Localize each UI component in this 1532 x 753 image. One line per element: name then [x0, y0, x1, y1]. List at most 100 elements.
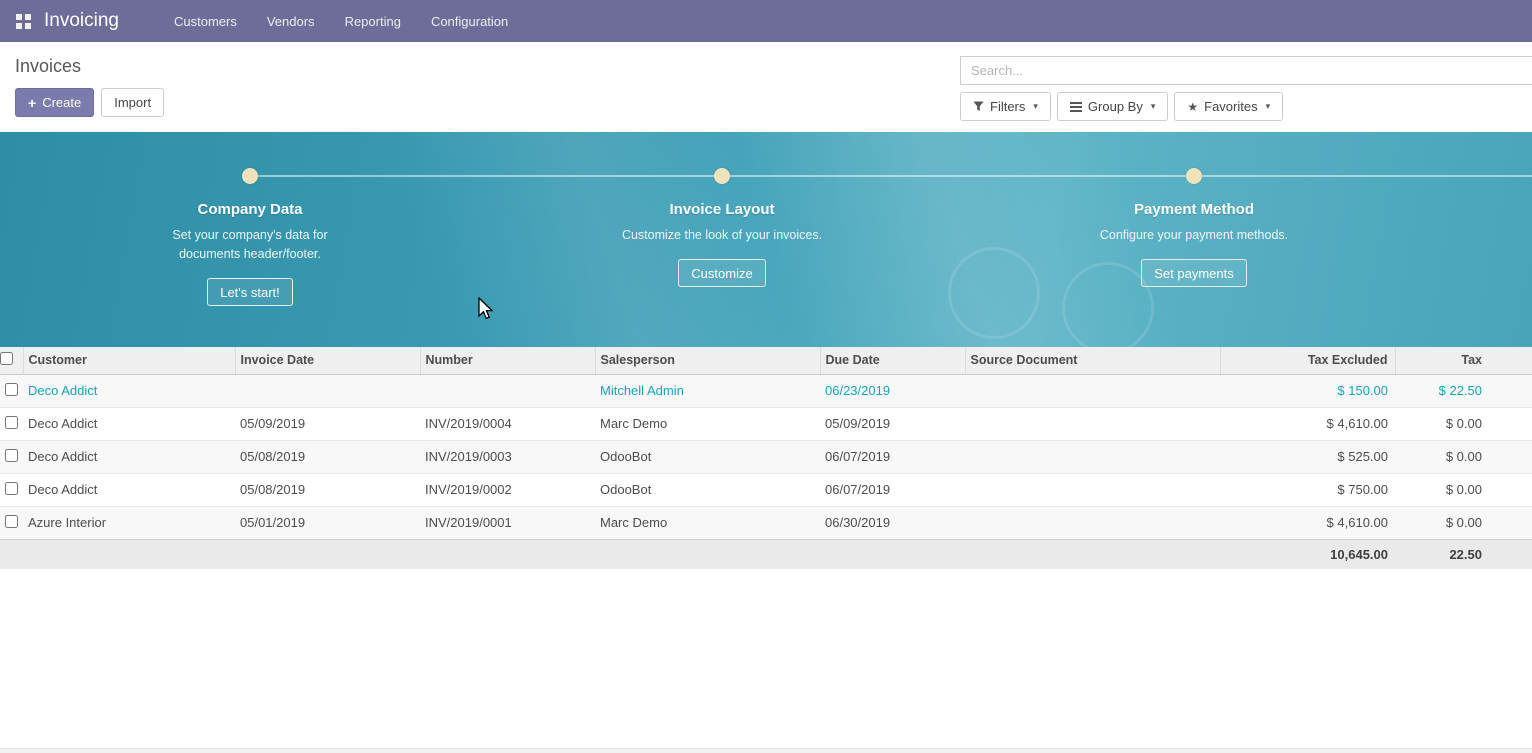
- search-input[interactable]: [960, 56, 1532, 85]
- star-icon: ★: [1187, 100, 1198, 114]
- total-tax-excluded: 10,645.00: [1220, 539, 1395, 569]
- cell-number: INV/2019/0001: [420, 506, 595, 539]
- cell-number: [420, 374, 595, 407]
- row-checkbox[interactable]: [5, 449, 18, 462]
- plus-icon: +: [28, 96, 36, 110]
- cell-invoice-date: [235, 374, 420, 407]
- select-all-checkbox[interactable]: [0, 352, 13, 365]
- onboarding-banner: Company Data Set your company's data for…: [0, 132, 1532, 347]
- header-invoice-date[interactable]: Invoice Date: [235, 347, 420, 374]
- cell-due-date: 06/07/2019: [820, 473, 965, 506]
- step-description: Configure your payment methods.: [1100, 226, 1288, 245]
- cell-due-date: 05/09/2019: [820, 407, 965, 440]
- cell-source-document: [965, 440, 1220, 473]
- group-by-button-label: Group By: [1088, 99, 1143, 114]
- filter-funnel-icon: [973, 101, 984, 112]
- onboarding-step-company-data: Company Data Set your company's data for…: [100, 168, 400, 306]
- menu-configuration[interactable]: Configuration: [431, 14, 508, 29]
- header-tax-excluded[interactable]: Tax Excluded: [1220, 347, 1395, 374]
- row-checkbox[interactable]: [5, 482, 18, 495]
- cell-tax: $ 22.50: [1395, 374, 1532, 407]
- invoice-row[interactable]: Deco Addict 05/09/2019 INV/2019/0004 Mar…: [0, 407, 1532, 440]
- header-customer[interactable]: Customer: [23, 347, 235, 374]
- apps-grid-icon[interactable]: [10, 14, 36, 29]
- cell-customer: Deco Addict: [23, 473, 235, 506]
- row-checkbox[interactable]: [5, 416, 18, 429]
- cell-customer: Azure Interior: [23, 506, 235, 539]
- header-salesperson[interactable]: Salesperson: [595, 347, 820, 374]
- cell-due-date: 06/23/2019: [820, 374, 965, 407]
- menu-customers[interactable]: Customers: [174, 14, 237, 29]
- group-by-bars-icon: [1070, 102, 1082, 112]
- row-checkbox[interactable]: [5, 515, 18, 528]
- step-dot-icon: [242, 168, 258, 184]
- header-tax[interactable]: Tax: [1395, 347, 1532, 374]
- totals-row: 10,645.00 22.50: [0, 539, 1532, 569]
- invoice-row[interactable]: Deco Addict Mitchell Admin 06/23/2019 $ …: [0, 374, 1532, 407]
- cell-tax: $ 0.00: [1395, 407, 1532, 440]
- menu-reporting[interactable]: Reporting: [345, 14, 401, 29]
- filters-button[interactable]: Filters ▾: [960, 92, 1051, 121]
- cell-number: INV/2019/0004: [420, 407, 595, 440]
- list-header-row: Customer Invoice Date Number Salesperson…: [0, 347, 1532, 374]
- invoice-row[interactable]: Azure Interior 05/01/2019 INV/2019/0001 …: [0, 506, 1532, 539]
- header-due-date[interactable]: Due Date: [820, 347, 965, 374]
- apps-grid-icon-svg: [16, 14, 31, 29]
- lets-start-button[interactable]: Let's start!: [207, 278, 293, 306]
- cell-invoice-date: 05/08/2019: [235, 473, 420, 506]
- top-menu: Customers Vendors Reporting Configuratio…: [174, 14, 508, 29]
- header-source-document[interactable]: Source Document: [965, 347, 1220, 374]
- step-title: Payment Method: [1134, 201, 1254, 218]
- create-button[interactable]: + Create: [15, 88, 94, 117]
- total-tax: 22.50: [1395, 539, 1532, 569]
- cell-customer: Deco Addict: [23, 407, 235, 440]
- cell-invoice-date: 05/01/2019: [235, 506, 420, 539]
- top-navbar: Invoicing Customers Vendors Reporting Co…: [0, 0, 1532, 42]
- row-checkbox[interactable]: [5, 383, 18, 396]
- horizontal-scrollbar[interactable]: [0, 748, 1532, 753]
- step-title: Invoice Layout: [669, 201, 774, 218]
- filters-button-label: Filters: [990, 99, 1025, 114]
- cell-source-document: [965, 506, 1220, 539]
- caret-down-icon: ▾: [1266, 101, 1271, 112]
- menu-vendors[interactable]: Vendors: [267, 14, 315, 29]
- row-checkbox-cell: [0, 506, 23, 539]
- cell-tax: $ 0.00: [1395, 506, 1532, 539]
- cell-salesperson: OdooBot: [595, 473, 820, 506]
- select-all-cell: [0, 347, 23, 374]
- cell-tax: $ 0.00: [1395, 440, 1532, 473]
- onboarding-step-invoice-layout: Invoice Layout Customize the look of you…: [572, 168, 872, 287]
- customize-button[interactable]: Customize: [678, 259, 765, 287]
- cell-tax-excluded: $ 525.00: [1220, 440, 1395, 473]
- set-payments-button[interactable]: Set payments: [1141, 259, 1247, 287]
- row-checkbox-cell: [0, 473, 23, 506]
- cell-number: INV/2019/0002: [420, 473, 595, 506]
- cell-invoice-date: 05/08/2019: [235, 440, 420, 473]
- app-brand[interactable]: Invoicing: [44, 10, 119, 32]
- row-checkbox-cell: [0, 374, 23, 407]
- favorites-button[interactable]: ★ Favorites ▾: [1174, 92, 1283, 121]
- invoice-row[interactable]: Deco Addict 05/08/2019 INV/2019/0002 Odo…: [0, 473, 1532, 506]
- import-button[interactable]: Import: [101, 88, 164, 117]
- banner-decoration: [948, 247, 1040, 339]
- step-description: Set your company's data for documents he…: [148, 226, 353, 264]
- favorites-button-label: Favorites: [1204, 99, 1257, 114]
- cell-tax-excluded: $ 750.00: [1220, 473, 1395, 506]
- step-description: Customize the look of your invoices.: [622, 226, 822, 245]
- step-dot-icon: [1186, 168, 1202, 184]
- caret-down-icon: ▾: [1033, 101, 1038, 112]
- cell-source-document: [965, 374, 1220, 407]
- cell-tax: $ 0.00: [1395, 473, 1532, 506]
- cell-salesperson: Mitchell Admin: [595, 374, 820, 407]
- row-checkbox-cell: [0, 440, 23, 473]
- cell-tax-excluded: $ 150.00: [1220, 374, 1395, 407]
- header-number[interactable]: Number: [420, 347, 595, 374]
- caret-down-icon: ▾: [1151, 101, 1156, 112]
- step-title: Company Data: [197, 201, 302, 218]
- invoice-row[interactable]: Deco Addict 05/08/2019 INV/2019/0003 Odo…: [0, 440, 1532, 473]
- cell-due-date: 06/07/2019: [820, 440, 965, 473]
- create-button-label: Create: [42, 95, 81, 110]
- cell-tax-excluded: $ 4,610.00: [1220, 506, 1395, 539]
- cell-customer: Deco Addict: [23, 440, 235, 473]
- group-by-button[interactable]: Group By ▾: [1057, 92, 1168, 121]
